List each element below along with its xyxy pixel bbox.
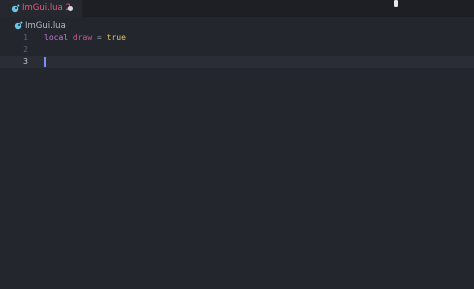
line-number: 2: [23, 45, 28, 54]
identifier-token: draw: [72, 33, 93, 42]
tab-label: ImGui.lua 2: [22, 3, 71, 13]
text-caret: [44, 57, 46, 67]
operator-token: =: [92, 33, 107, 42]
line-number: 1: [23, 33, 28, 42]
code-editor[interactable]: 1 local draw = true 2 3: [0, 31, 474, 289]
code-line-active[interactable]: 3: [0, 56, 474, 68]
tab-imgui-lua[interactable]: ImGui.lua 2: [0, 0, 82, 17]
keyword-token: local: [44, 33, 69, 42]
mouse-pointer-icon: [394, 0, 398, 7]
literal-token: true: [106, 33, 126, 42]
lua-file-icon: [14, 21, 23, 30]
line-number: 3: [23, 57, 28, 66]
tab-bar: ImGui.lua 2: [0, 0, 474, 17]
code-line[interactable]: 2: [0, 44, 474, 56]
code-text[interactable]: local draw = true: [44, 32, 126, 44]
lua-file-icon: [11, 4, 20, 13]
unsaved-dot-icon[interactable]: [68, 6, 73, 11]
code-line[interactable]: 1 local draw = true: [0, 32, 474, 44]
